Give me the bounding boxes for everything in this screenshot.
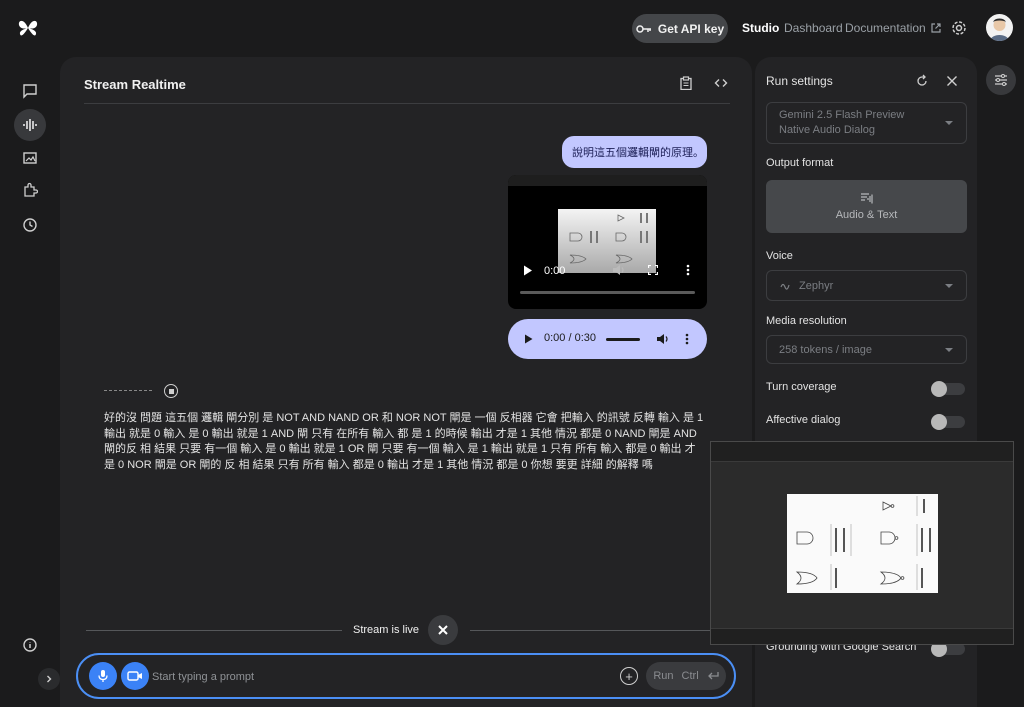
audio-player[interactable]: 0:00 / 0:30 (508, 319, 707, 359)
audio-progress-bar[interactable] (606, 338, 640, 341)
voice-wave-icon (780, 283, 790, 290)
prompt-bar: + Run Ctrl (76, 653, 736, 699)
model-select[interactable]: Gemini 2.5 Flash Preview Native Audio Di… (766, 102, 967, 144)
video-player[interactable]: 0:00 (508, 175, 707, 309)
app-logo-icon[interactable] (16, 16, 40, 40)
audio-more-icon[interactable] (685, 333, 689, 345)
audio-text-icon (860, 192, 873, 203)
run-label: Run (653, 670, 674, 682)
turn-coverage-toggle[interactable] (931, 381, 965, 397)
add-media-plus-icon[interactable]: + (620, 667, 638, 685)
audio-volume-icon[interactable] (656, 333, 669, 345)
run-button[interactable]: Run Ctrl (646, 662, 726, 690)
video-camera-icon (127, 671, 142, 681)
enter-key-icon (707, 672, 719, 680)
camera-button[interactable] (121, 662, 149, 690)
voice-label: Voice (766, 250, 793, 262)
key-icon (636, 24, 651, 33)
get-api-key-label: Get API key (657, 21, 725, 36)
history-icon[interactable] (14, 209, 46, 241)
screen-share-preview[interactable] (710, 441, 1014, 645)
output-format-option[interactable]: Audio & Text (766, 180, 967, 233)
voice-dropdown-arrow-icon (945, 283, 953, 288)
extensions-icon[interactable] (14, 174, 46, 206)
model-dropdown-arrow-icon (945, 121, 953, 125)
microphone-button[interactable] (89, 662, 117, 690)
stream-audio-icon[interactable] (14, 109, 46, 141)
more-options-icon[interactable] (686, 264, 690, 276)
video-toolbar-strip (508, 175, 707, 186)
media-resolution-select[interactable]: 258 tokens / image (766, 335, 967, 364)
clipboard-icon[interactable] (676, 73, 696, 93)
media-resolution-arrow-icon (945, 347, 953, 352)
voice-select[interactable]: Zephyr (766, 270, 967, 301)
audio-time: 0:00 / 0:30 (544, 332, 596, 344)
microphone-icon (98, 670, 108, 682)
model-select-value: Gemini 2.5 Flash Preview Native Audio Di… (779, 109, 905, 136)
header-divider (84, 103, 730, 104)
expand-sidebar-chevron-icon[interactable] (38, 668, 60, 690)
external-link-icon (931, 23, 941, 33)
stop-stream-close-icon[interactable] (428, 615, 458, 645)
video-time: 0:00 (544, 265, 566, 277)
media-resolution-value: 258 tokens / image (779, 343, 872, 356)
info-icon[interactable] (14, 629, 46, 661)
video-progress-bar[interactable] (520, 291, 695, 294)
share-preview-statusbar (711, 628, 1013, 644)
audio-play-icon[interactable] (524, 334, 533, 344)
close-settings-icon[interactable] (946, 75, 958, 87)
user-message-text: 說明這五個邏輯閘的原理。 (572, 147, 704, 159)
nav-studio-link[interactable]: Studio (742, 21, 779, 35)
settings-gear-icon[interactable] (950, 19, 968, 37)
page-title: Stream Realtime (84, 77, 186, 92)
nav-documentation-link[interactable]: Documentation (845, 21, 941, 35)
user-message-bubble: 說明這五個邏輯閘的原理。 (562, 136, 707, 168)
reset-settings-icon[interactable] (915, 74, 929, 88)
stream-status-label: Stream is live (353, 624, 420, 636)
code-icon[interactable] (711, 73, 731, 93)
get-api-key-button[interactable]: Get API key (632, 14, 728, 43)
voice-select-value: Zephyr (799, 279, 834, 292)
audio-waveform (104, 390, 152, 392)
nav-documentation-label: Documentation (845, 21, 926, 35)
volume-icon[interactable] (612, 264, 625, 276)
output-format-label: Output format (766, 157, 834, 169)
media-resolution-label: Media resolution (766, 315, 847, 327)
affective-dialog-label: Affective dialog (766, 414, 841, 426)
logic-gates-document-image (787, 494, 938, 593)
run-shortcut-label: Ctrl (681, 670, 699, 682)
fullscreen-icon[interactable] (648, 265, 658, 275)
output-format-value: Audio & Text (835, 208, 898, 221)
chat-prompt-icon[interactable] (14, 75, 46, 107)
stop-playback-icon[interactable] (164, 384, 178, 398)
stream-panel: Stream Realtime 說明這五個邏輯閘的原理。 0:00 0:00 /… (60, 57, 752, 707)
turn-coverage-label: Turn coverage (766, 381, 837, 393)
run-settings-title: Run settings (766, 74, 833, 88)
video-frame-thumbnail (558, 209, 656, 273)
affective-dialog-toggle[interactable] (931, 414, 965, 430)
share-preview-toolbar (711, 442, 1013, 462)
user-avatar[interactable] (986, 14, 1013, 41)
image-gen-icon[interactable] (14, 142, 46, 174)
live-divider-left (86, 630, 342, 631)
tune-settings-icon[interactable] (986, 65, 1016, 95)
nav-dashboard-link[interactable]: Dashboard (784, 21, 843, 35)
model-response-text: 好的沒 問題 這五個 邏輯 閘分別 是 NOT AND NAND OR 和 NO… (104, 412, 704, 471)
live-divider-right (470, 630, 740, 631)
play-icon[interactable] (523, 265, 533, 276)
prompt-input[interactable] (152, 667, 602, 687)
